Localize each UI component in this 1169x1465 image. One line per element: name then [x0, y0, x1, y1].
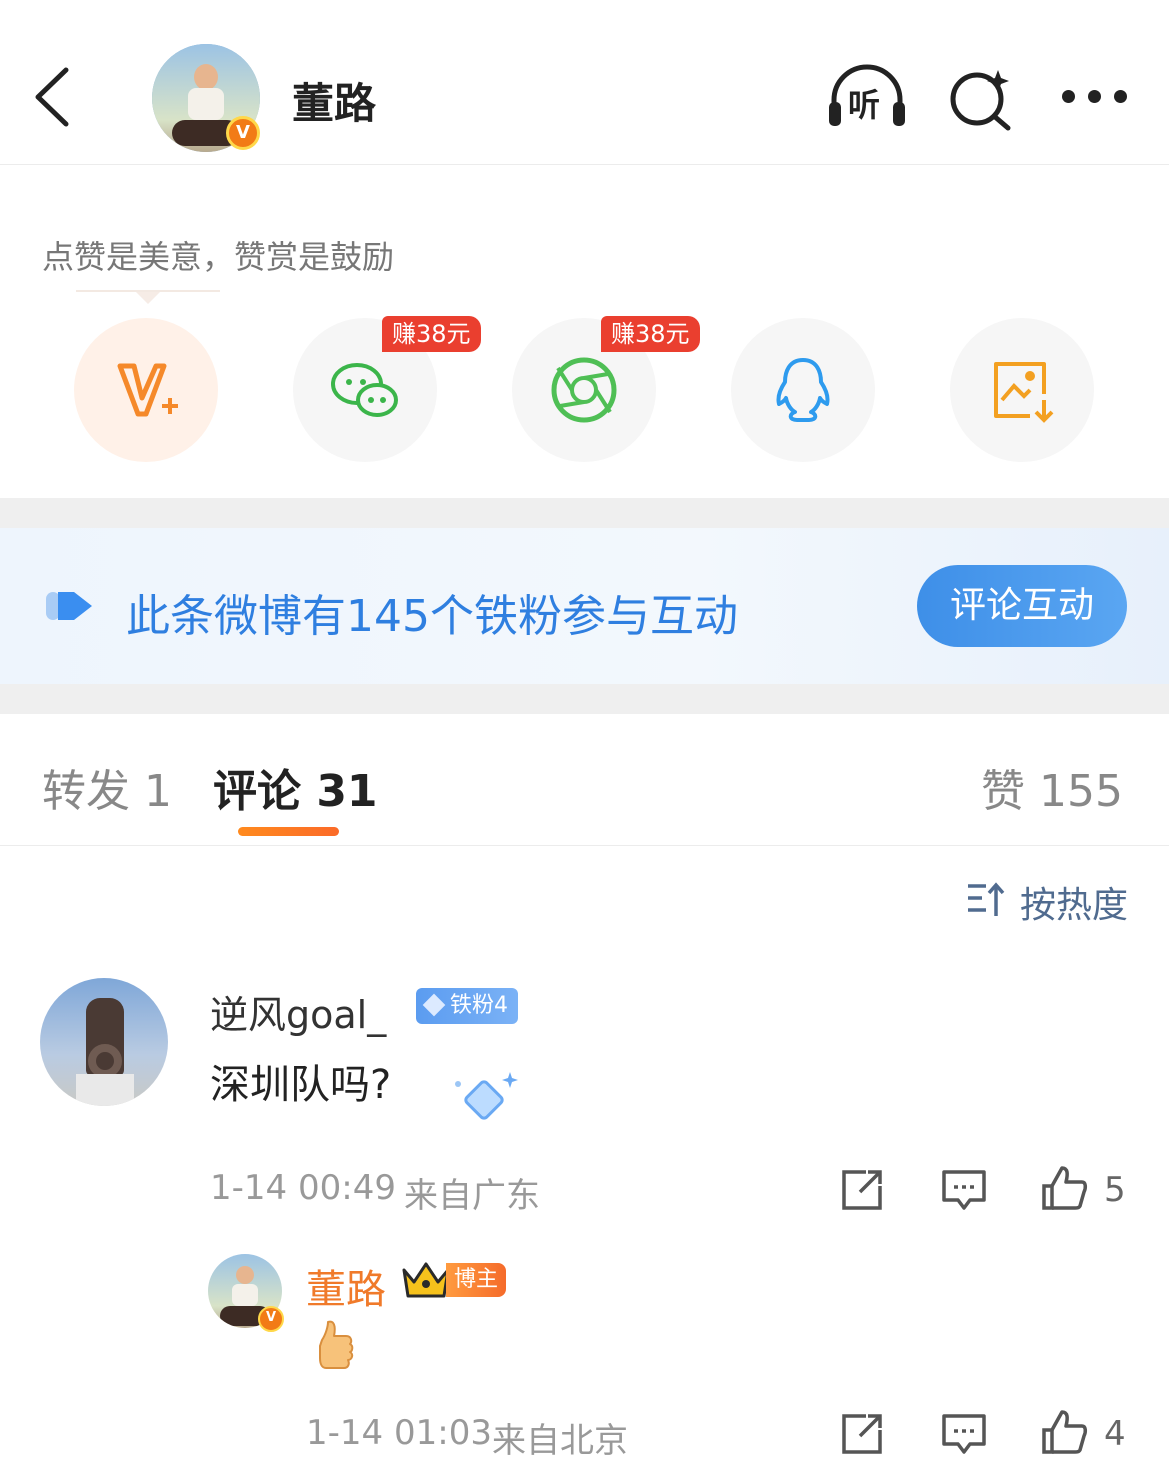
tab-like[interactable]: 赞 155	[981, 755, 1123, 819]
sort-label: 按热度	[1020, 885, 1129, 926]
reply-author-name[interactable]: 董路	[306, 1257, 386, 1315]
section-gap	[0, 684, 1169, 714]
fan-level-label: 铁粉4	[450, 993, 508, 1018]
reply-location: 来自北京	[492, 1421, 628, 1461]
top-bar: V 董路 听	[0, 0, 1169, 165]
section-gap	[0, 498, 1169, 528]
like-comment-button[interactable]	[1040, 1164, 1088, 1212]
verified-badge-icon: V	[226, 116, 260, 150]
tabs-divider	[0, 845, 1169, 846]
comment-location: 来自广东	[404, 1176, 540, 1216]
earn-badge-moments: 赚38元	[601, 316, 700, 352]
active-tab-indicator	[238, 827, 339, 836]
reward-button[interactable]	[74, 318, 218, 462]
thumbs-up-emoji-icon	[319, 1320, 354, 1369]
tab-repost[interactable]: 转发 1	[42, 755, 172, 819]
diamond-sparkle-icon	[455, 1072, 518, 1120]
sort-by-hot-button[interactable]: 按热度	[966, 876, 1130, 926]
qq-icon	[776, 358, 830, 422]
more-dot-icon	[1114, 90, 1127, 103]
back-button[interactable]	[30, 62, 80, 132]
reply-comment-button[interactable]	[940, 1166, 988, 1214]
fan-interaction-banner: 此条微博有145个铁粉参与互动 评论互动	[0, 528, 1169, 684]
reply-to-reply-button[interactable]	[940, 1410, 988, 1458]
listen-button[interactable]: 听	[826, 64, 908, 130]
fan-level-badge: 铁粉4	[416, 988, 518, 1024]
share-square-icon	[842, 1414, 882, 1454]
search-sparkle-icon	[950, 70, 1011, 131]
earn-badge-wechat: 赚38元	[382, 316, 481, 352]
tip-caret	[136, 292, 160, 304]
fan-banner-text: 此条微博有145个铁粉参与互动	[126, 591, 738, 642]
thumbs-up-icon	[1042, 1166, 1088, 1210]
wechat-icon	[331, 363, 398, 417]
more-dot-icon	[1088, 90, 1101, 103]
moments-icon	[551, 357, 617, 423]
save-image-button[interactable]	[950, 318, 1094, 462]
comment-bubble-icon	[942, 1414, 986, 1454]
diamond-icon	[422, 993, 446, 1017]
like-reply-button[interactable]	[1040, 1408, 1088, 1456]
comment-like-count: 5	[1104, 1170, 1126, 1210]
commenter-avatar[interactable]	[40, 978, 168, 1106]
reply-time: 1-14 01:03	[306, 1413, 492, 1453]
search-button[interactable]	[946, 64, 1016, 132]
more-dot-icon	[1062, 90, 1075, 103]
share-comment-button[interactable]	[838, 1166, 886, 1214]
comment-bubble-icon	[942, 1170, 986, 1210]
sort-icon	[968, 882, 1005, 916]
share-qq-button[interactable]	[731, 318, 875, 462]
tab-comment[interactable]: 评论 31	[213, 755, 378, 819]
chevron-left-icon	[35, 67, 69, 127]
save-image-icon	[994, 362, 1054, 423]
commenter-name[interactable]: 逆风goal_	[210, 984, 386, 1039]
comment-time: 1-14 00:49	[210, 1168, 396, 1208]
more-options-button[interactable]	[1056, 80, 1132, 114]
share-reply-button[interactable]	[838, 1410, 886, 1458]
comment-interact-button[interactable]: 评论互动	[917, 565, 1127, 647]
blogger-badge: 博主	[446, 1263, 507, 1297]
v-plus-icon	[117, 363, 178, 417]
play-arrow-icon	[46, 592, 92, 620]
share-square-icon	[842, 1170, 882, 1210]
thumbs-up-icon	[1042, 1410, 1088, 1454]
verified-badge-icon: V	[258, 1306, 284, 1332]
reply-like-count: 4	[1104, 1414, 1126, 1454]
comment-text: 深圳队吗?	[210, 1062, 392, 1108]
share-tip-text: 点赞是美意，赞赏是鼓励	[42, 238, 395, 276]
listen-label: 听	[848, 86, 881, 124]
page-title[interactable]: 董路	[292, 70, 376, 131]
